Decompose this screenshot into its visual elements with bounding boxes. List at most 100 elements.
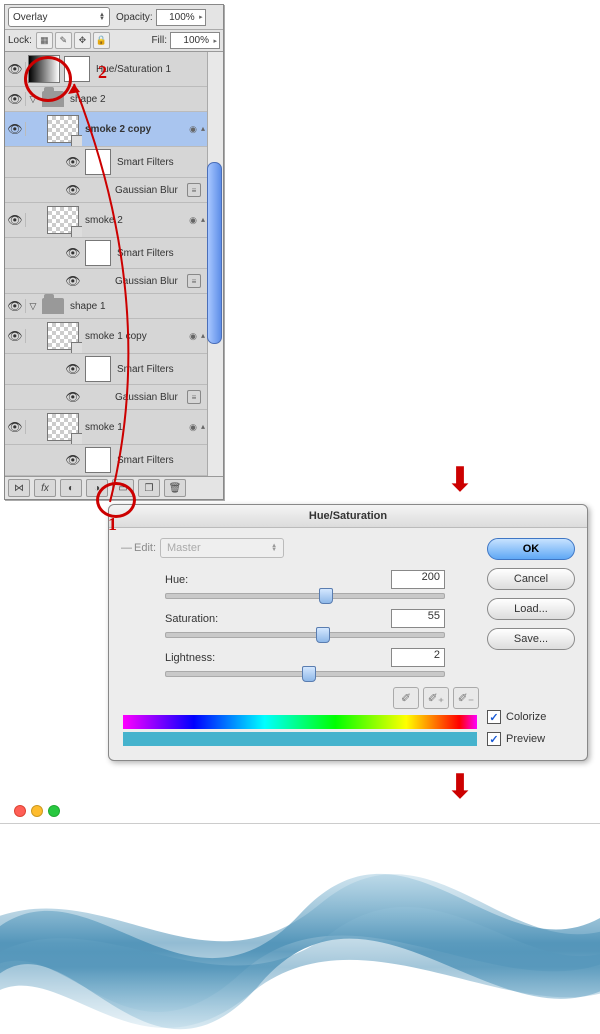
slider-handle[interactable] (316, 627, 330, 643)
hue-input[interactable]: 200 (391, 570, 445, 589)
saturation-slider[interactable] (165, 632, 445, 638)
saturation-input[interactable]: 55 (391, 609, 445, 628)
visibility-toggle[interactable]: 👁 (5, 62, 26, 76)
slider-handle[interactable] (302, 666, 316, 682)
layer-thumbnail[interactable] (47, 206, 79, 234)
blend-mode-value: Overlay (13, 12, 47, 23)
collapse-icon[interactable]: ▴ (201, 215, 205, 226)
edit-dropdown[interactable]: Master ▲▼ (160, 538, 284, 558)
lock-all-icon[interactable]: 🔒 (93, 32, 110, 49)
annotation-label-2: 2 (98, 62, 107, 83)
visibility-toggle[interactable]: 👁 (5, 92, 26, 106)
layer-row[interactable]: 👁 smoke 2 copy ◉ ▴ (5, 112, 223, 147)
filter-mask-thumbnail[interactable] (85, 149, 111, 175)
eyedropper-subtract-icon[interactable]: ✐₋ (453, 687, 479, 709)
visibility-toggle[interactable]: 👁 (63, 274, 83, 288)
fill-input[interactable]: 100% (170, 32, 220, 49)
visibility-toggle[interactable]: 👁 (63, 183, 83, 197)
link-layers-icon[interactable]: ⋈ (8, 479, 30, 497)
layer-thumbnail[interactable] (47, 413, 79, 441)
opacity-label: Opacity: (116, 12, 153, 23)
layer-style-icon[interactable]: fx (34, 479, 56, 497)
smart-object-icon: ◉ (189, 124, 197, 135)
hue-slider[interactable] (165, 593, 445, 599)
canvas-artwork (0, 823, 600, 1034)
filter-options-icon[interactable]: ≡ (187, 274, 201, 288)
filter-mask-thumbnail[interactable] (85, 240, 111, 266)
new-layer-icon[interactable]: ❐ (138, 479, 160, 497)
layer-row[interactable]: 👁 smoke 2 ◉ ▴ (5, 203, 223, 238)
layer-name: smoke 2 copy (81, 124, 189, 135)
hue-spectrum-bar (123, 715, 477, 729)
lightness-slider[interactable] (165, 671, 445, 677)
lock-label: Lock: (8, 35, 32, 46)
collapse-icon[interactable]: ▴ (201, 331, 205, 342)
dropdown-arrows-icon: ▲▼ (99, 13, 105, 21)
smart-filters-row[interactable]: 👁 Smart Filters (5, 354, 223, 385)
disclosure-triangle-icon[interactable]: ▽ (26, 301, 40, 312)
scrollbar-thumb[interactable] (207, 162, 222, 344)
layer-name: smoke 2 (81, 215, 189, 226)
smart-object-icon: ◉ (189, 215, 197, 226)
delete-layer-icon[interactable]: 🗑 (164, 479, 186, 497)
visibility-toggle[interactable]: 👁 (63, 246, 83, 260)
visibility-toggle[interactable]: 👁 (63, 155, 83, 169)
minimize-window-icon[interactable] (31, 805, 43, 817)
zoom-window-icon[interactable] (48, 805, 60, 817)
ok-button[interactable]: OK (487, 538, 575, 560)
visibility-toggle[interactable]: 👁 (5, 122, 26, 136)
visibility-toggle[interactable]: 👁 (63, 453, 83, 467)
hue-label: Hue: (165, 574, 255, 586)
smart-filters-row[interactable]: 👁 Smart Filters (5, 238, 223, 269)
visibility-toggle[interactable]: 👁 (5, 213, 26, 227)
collapse-icon[interactable]: ▴ (201, 124, 205, 135)
slider-handle[interactable] (319, 588, 333, 604)
smart-filters-row[interactable]: 👁 Smart Filters (5, 445, 223, 476)
layer-mask-icon[interactable]: ◐ (60, 479, 82, 497)
preview-checkbox[interactable]: ✓Preview (487, 732, 575, 746)
layer-thumbnail[interactable] (47, 322, 79, 350)
colorize-checkbox[interactable]: ✓Colorize (487, 710, 575, 724)
lock-position-icon[interactable]: ✥ (74, 32, 91, 49)
filter-row[interactable]: 👁 Gaussian Blur ≡ (5, 269, 223, 294)
layer-row[interactable]: 👁 smoke 1 ◉ ▴ (5, 410, 223, 445)
annotation-circle-1 (96, 482, 136, 518)
visibility-toggle[interactable]: 👁 (5, 329, 26, 343)
document-window (0, 799, 600, 1034)
filter-mask-thumbnail[interactable] (85, 356, 111, 382)
filter-mask-thumbnail[interactable] (85, 447, 111, 473)
flow-arrow-icon: ⬇ (320, 767, 600, 807)
layer-row[interactable]: 👁 smoke 1 copy ◉ ▴ (5, 319, 223, 354)
load-button[interactable]: Load... (487, 598, 575, 620)
eyedropper-icon[interactable]: ✐ (393, 687, 419, 709)
layer-name: smoke 1 copy (81, 331, 189, 342)
group-row[interactable]: 👁 ▽ shape 1 (5, 294, 223, 319)
collapse-icon[interactable]: ▴ (201, 422, 205, 433)
visibility-toggle[interactable]: 👁 (5, 420, 26, 434)
flow-arrow-icon: ⬇ (320, 460, 600, 500)
visibility-toggle[interactable]: 👁 (5, 299, 26, 313)
edit-value: Master (167, 542, 201, 554)
filter-row[interactable]: 👁 Gaussian Blur ≡ (5, 178, 223, 203)
cancel-button[interactable]: Cancel (487, 568, 575, 590)
layer-thumbnail[interactable] (47, 115, 79, 143)
lightness-input[interactable]: 2 (391, 648, 445, 667)
lock-transparency-icon[interactable]: ▦ (36, 32, 53, 49)
blend-mode-dropdown[interactable]: Overlay ▲▼ (8, 7, 110, 27)
filter-options-icon[interactable]: ≡ (187, 390, 201, 404)
smart-filters-row[interactable]: 👁 Smart Filters (5, 147, 223, 178)
visibility-toggle[interactable]: 👁 (63, 362, 83, 376)
close-window-icon[interactable] (14, 805, 26, 817)
opacity-input[interactable]: 100% (156, 9, 206, 26)
layer-name: smoke 1 (81, 422, 189, 433)
smart-object-icon: ◉ (189, 331, 197, 342)
group-name: shape 1 (66, 301, 223, 312)
save-button[interactable]: Save... (487, 628, 575, 650)
filter-row[interactable]: 👁 Gaussian Blur ≡ (5, 385, 223, 410)
lock-pixels-icon[interactable]: ✎ (55, 32, 72, 49)
eyedropper-add-icon[interactable]: ✐₊ (423, 687, 449, 709)
visibility-toggle[interactable]: 👁 (63, 390, 83, 404)
filter-options-icon[interactable]: ≡ (187, 183, 201, 197)
smart-object-icon: ◉ (189, 422, 197, 433)
layer-list-scrollbar[interactable] (207, 52, 223, 476)
